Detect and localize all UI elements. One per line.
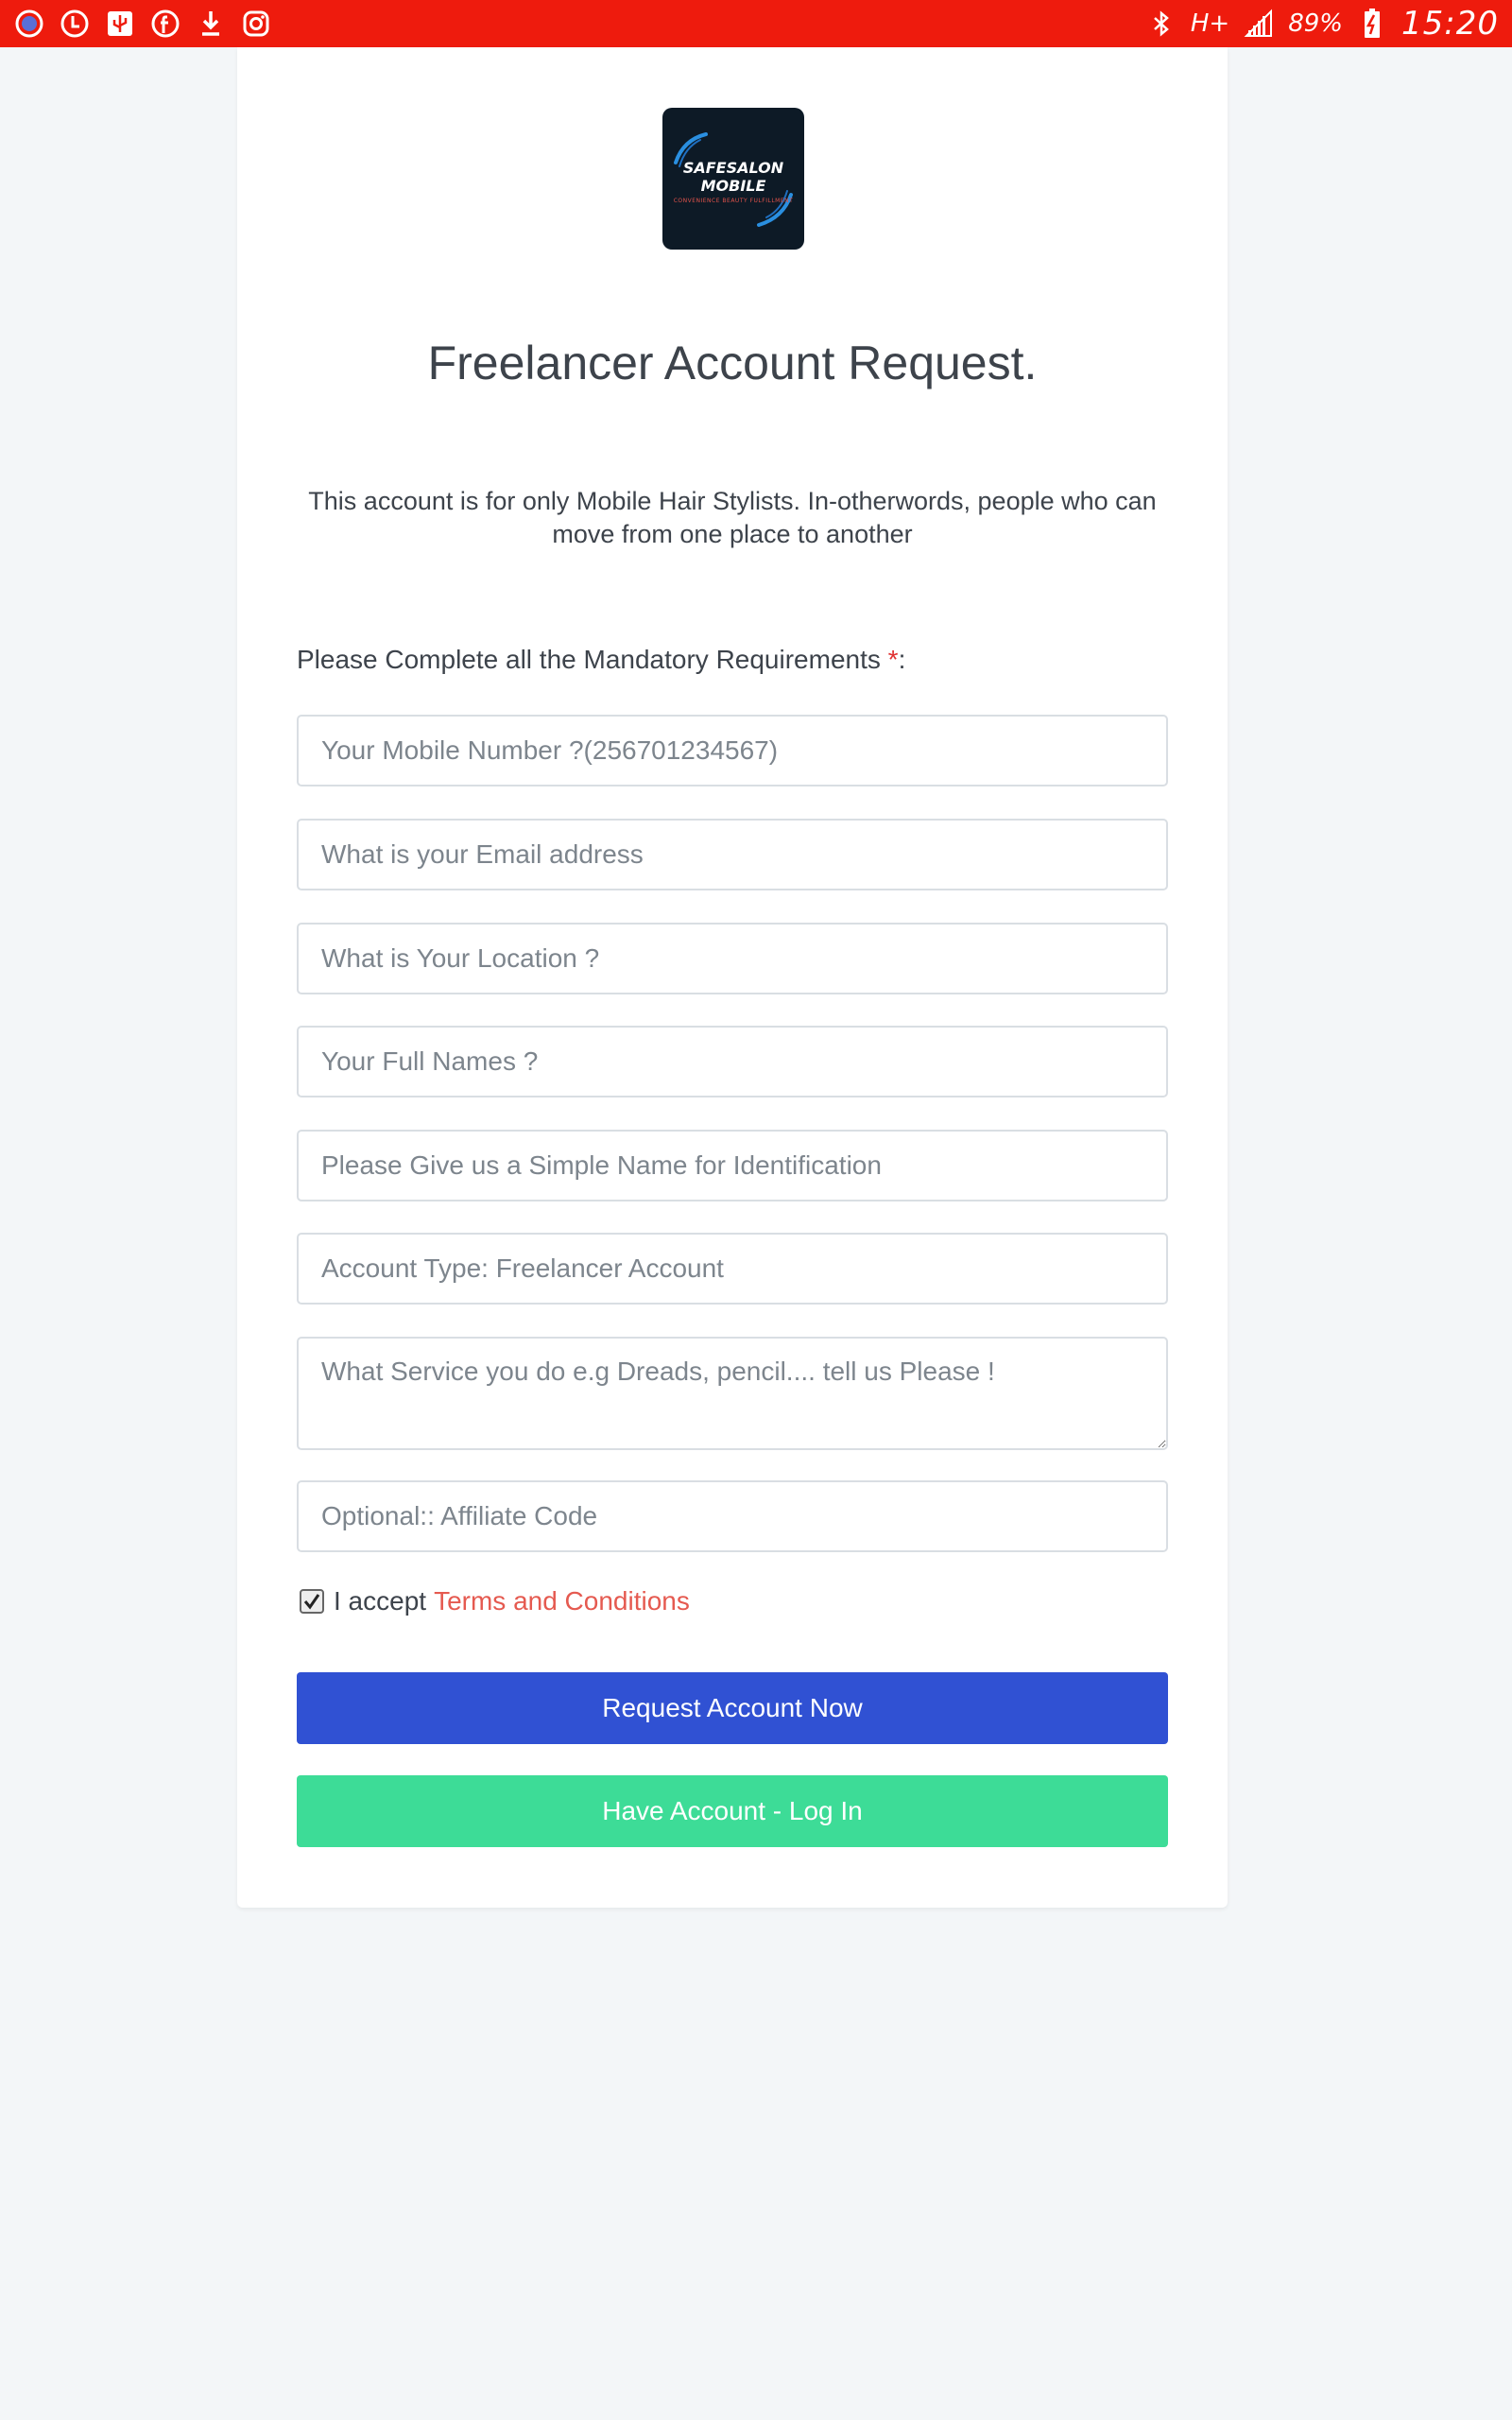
bluetooth-icon [1145,8,1177,40]
required-star: * [887,645,899,674]
request-account-button[interactable]: Request Account Now [297,1672,1168,1744]
mandatory-label-colon: : [898,645,906,674]
affiliate-code-input[interactable] [297,1480,1168,1552]
status-bar: H+ 89% 15:20 [0,0,1512,47]
instagram-icon [240,8,272,40]
mandatory-label: Please Complete all the Mandatory Requir… [297,645,905,675]
full-names-input[interactable] [297,1026,1168,1098]
mandatory-label-text: Please Complete all the Mandatory Requir… [297,645,888,674]
download-icon [195,8,227,40]
accept-text: I accept [334,1586,427,1616]
accept-terms-checkbox[interactable] [300,1589,324,1614]
service-textarea[interactable] [297,1337,1168,1450]
clock-app-icon [59,8,91,40]
clock-time: 15:20 [1401,5,1499,43]
facebook-icon [149,8,181,40]
battery-percent: 89% [1288,9,1344,38]
logo-tagline: CONVENIENCE BEAUTY FULFILLMENT [673,198,794,204]
email-input[interactable] [297,819,1168,890]
logo-text-line1: SAFESALON [682,159,784,177]
intro-text: This account is for only Mobile Hair Sty… [308,487,1157,548]
status-bar-system: H+ 89% 15:20 [1145,5,1499,43]
safesalon-logo: SAFESALON MOBILE CONVENIENCE BEAUTY FULF… [662,108,804,250]
accept-terms-row: I accept Terms and Conditions [300,1586,690,1616]
simple-name-input[interactable] [297,1130,1168,1201]
terms-link[interactable]: Terms and Conditions [434,1586,690,1616]
status-bar-notifications [13,8,272,40]
location-input[interactable] [297,923,1168,994]
signup-card: SAFESALON MOBILE CONVENIENCE BEAUTY FULF… [237,47,1228,1908]
page-title: Freelancer Account Request. [427,337,1038,389]
signal-icon [1243,8,1275,40]
chat-icon [13,8,45,40]
usb-icon [104,8,136,40]
logo-text-line2: MOBILE [700,177,766,195]
login-button[interactable]: Have Account - Log In [297,1775,1168,1847]
network-type: H+ [1190,9,1230,38]
mobile-number-input[interactable] [297,715,1168,786]
checkmark-icon [303,1594,320,1610]
account-type-input[interactable] [297,1233,1168,1305]
battery-charging-icon [1356,8,1388,40]
